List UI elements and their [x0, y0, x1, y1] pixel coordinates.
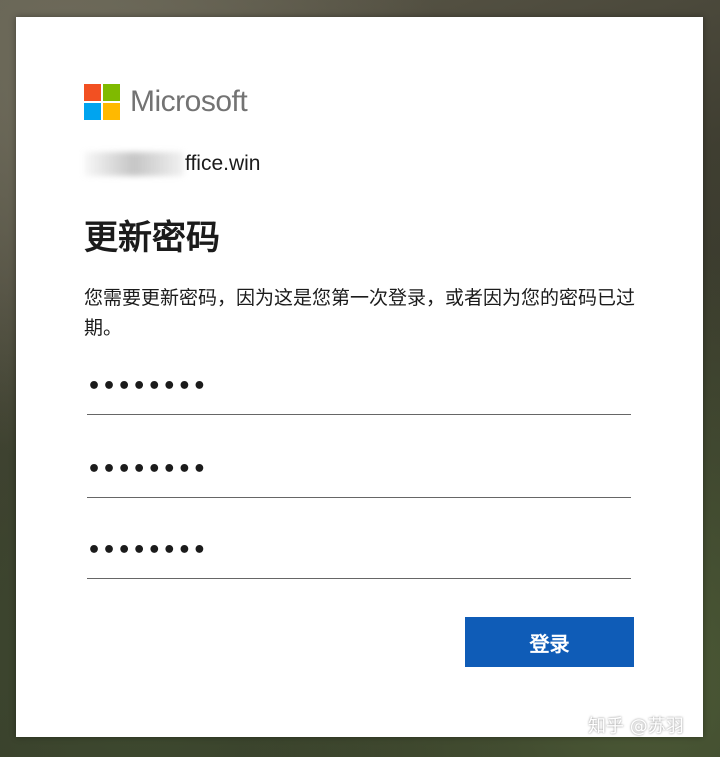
microsoft-logo-icon: [84, 84, 120, 120]
watermark: 知乎 @苏羽: [588, 716, 684, 737]
dialog-card: Microsoft ffice.win 更新密码 您需要更新密码，因为这是您第一…: [16, 17, 703, 737]
logo-square-red: [84, 84, 101, 101]
confirm-password-field[interactable]: ••••••••: [87, 538, 631, 579]
account-identifier: ffice.win: [84, 152, 260, 176]
password-value: ••••••••: [87, 457, 208, 482]
new-password-field[interactable]: ••••••••: [87, 457, 631, 498]
description-text: 您需要更新密码，因为这是您第一次登录，或者因为您的密码已过期。: [84, 287, 636, 339]
current-password-field[interactable]: ••••••••: [87, 374, 631, 415]
page-title: 更新密码: [84, 218, 220, 258]
password-value: ••••••••: [87, 538, 208, 563]
logo-text: Microsoft: [130, 85, 248, 118]
password-value: ••••••••: [87, 374, 208, 399]
sign-in-button[interactable]: 登录: [465, 617, 634, 667]
microsoft-logo: Microsoft: [84, 84, 248, 120]
logo-square-yellow: [103, 103, 120, 120]
logo-square-blue: [84, 103, 101, 120]
account-suffix: ffice.win: [185, 152, 261, 175]
logo-square-green: [103, 84, 120, 101]
redacted-blur: [84, 152, 184, 176]
